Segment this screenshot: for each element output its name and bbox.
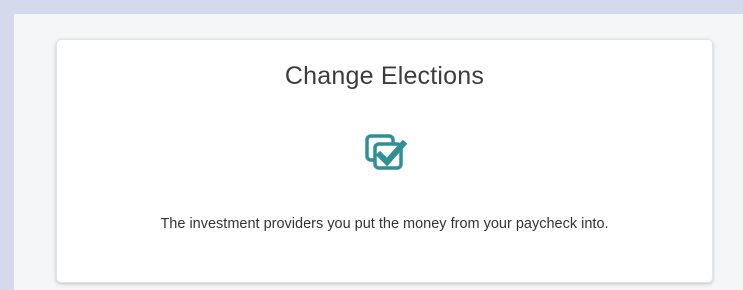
change-elections-check-icon [335, 128, 435, 180]
card-title: Change Elections [284, 62, 485, 90]
change-elections-card[interactable]: Change Elections The investment provider… [56, 39, 713, 283]
card-description: The investment providers you put the mon… [160, 216, 609, 232]
